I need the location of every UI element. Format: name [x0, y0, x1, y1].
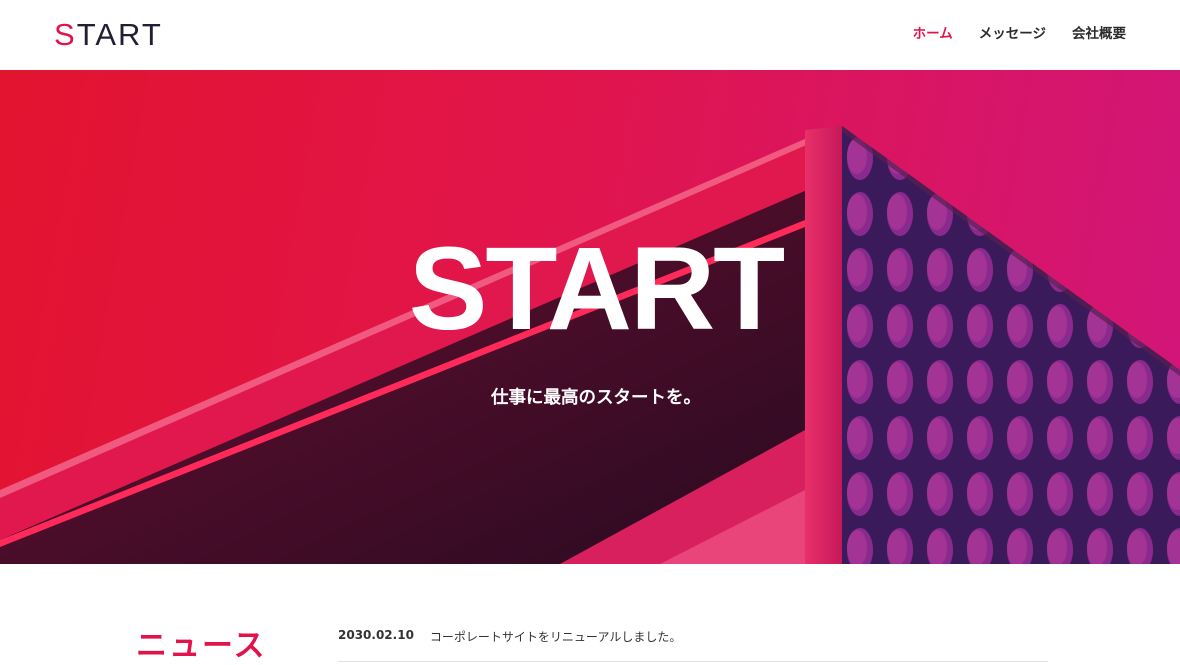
- nav-company[interactable]: 会社概要: [1072, 22, 1126, 42]
- hero-title: START: [408, 223, 786, 355]
- site-logo[interactable]: S TART: [54, 14, 163, 54]
- nav-message[interactable]: メッセージ: [979, 22, 1046, 42]
- nav-home[interactable]: ホーム: [913, 22, 953, 42]
- news-date: 2030.02.10: [338, 628, 414, 642]
- site-header: S TART ホーム メッセージ 会社概要: [0, 0, 1180, 70]
- hero-subtitle: 仕事に最高のスタートを。: [491, 388, 701, 408]
- news-section: ニュース 2030.02.10 コーポレートサイトをリニューアルしました。: [0, 564, 1180, 664]
- main-nav: ホーム メッセージ 会社概要: [913, 22, 1126, 42]
- logo-initial: S: [54, 16, 77, 52]
- news-text[interactable]: コーポレートサイトをリニューアルしました。: [430, 628, 681, 645]
- logo-text: TART: [76, 16, 163, 52]
- news-heading: ニュース: [136, 628, 267, 664]
- news-item[interactable]: 2030.02.10 コーポレートサイトをリニューアルしました。: [338, 628, 1048, 662]
- hero-section: START 仕事に最高のスタートを。: [0, 70, 1180, 564]
